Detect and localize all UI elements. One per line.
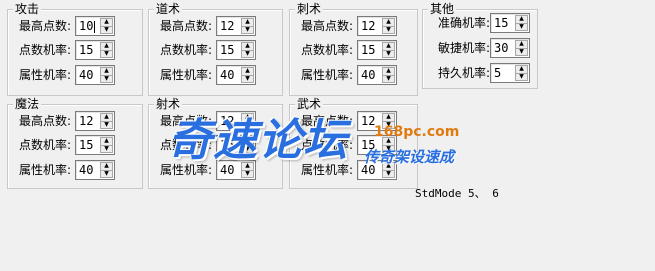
spin-buttons: ▲ ▼ xyxy=(382,18,395,34)
group-title: 射术 xyxy=(154,96,183,112)
spin-edit[interactable]: 12 ▲ ▼ xyxy=(357,16,397,36)
site-watermark: 奇速论坛 168pc.com 传奇架设速成 xyxy=(168,116,480,178)
spin-down-button[interactable]: ▼ xyxy=(241,26,254,34)
spin-buttons: ▲ ▼ xyxy=(100,113,113,129)
spin-down-button[interactable]: ▼ xyxy=(100,145,113,153)
spin-value[interactable]: 15 xyxy=(79,137,93,153)
watermark-url-text: 168pc.com xyxy=(374,124,460,140)
spin-buttons: ▲ ▼ xyxy=(241,42,254,58)
spin-edit[interactable]: 30 ▲ ▼ xyxy=(490,38,530,58)
spin-down-button[interactable]: ▼ xyxy=(515,73,528,81)
spin-buttons: ▲ ▼ xyxy=(241,67,254,83)
field-label: 点数机率: xyxy=(160,43,213,57)
spin-down-button[interactable]: ▼ xyxy=(241,75,254,83)
spin-down-button[interactable]: ▼ xyxy=(100,26,113,34)
spin-buttons: ▲ ▼ xyxy=(382,42,395,58)
spin-edit[interactable]: 15 ▲ ▼ xyxy=(75,135,115,155)
spin-down-button[interactable]: ▼ xyxy=(100,121,113,129)
spin-buttons: ▲ ▼ xyxy=(382,67,395,83)
spin-buttons: ▲ ▼ xyxy=(515,40,528,56)
spin-edit[interactable]: 5 ▲ ▼ xyxy=(490,63,530,83)
spin-value[interactable]: 40 xyxy=(79,67,93,83)
spin-value[interactable]: 30 xyxy=(494,40,508,56)
spin-down-button[interactable]: ▼ xyxy=(382,26,395,34)
spin-value[interactable]: 15 xyxy=(361,42,375,58)
spin-value[interactable]: 10 xyxy=(79,18,96,34)
spin-edit[interactable]: 40 ▲ ▼ xyxy=(216,65,256,85)
field-label: 持久机率: xyxy=(438,66,491,80)
field-label: 属性机率: xyxy=(19,163,72,177)
spin-edit[interactable]: 40 ▲ ▼ xyxy=(75,160,115,180)
group-title: 魔法 xyxy=(13,96,42,112)
field-label: 最高点数: xyxy=(301,19,354,33)
spin-value[interactable]: 12 xyxy=(361,18,375,34)
group-title: 武术 xyxy=(295,96,324,112)
spin-edit[interactable]: 12 ▲ ▼ xyxy=(216,16,256,36)
spin-edit[interactable]: 15 ▲ ▼ xyxy=(357,40,397,60)
spin-down-button[interactable]: ▼ xyxy=(382,50,395,58)
group-attack: 攻击 最高点数: 10 ▲ ▼ 点数机率: 15 ▲ ▼ 属性机率: 40 ▲ … xyxy=(7,1,143,96)
spin-down-button[interactable]: ▼ xyxy=(100,170,113,178)
field-label: 最高点数: xyxy=(19,114,72,128)
spin-buttons: ▲ ▼ xyxy=(100,137,113,153)
group-title: 攻击 xyxy=(13,1,42,17)
spin-value[interactable]: 15 xyxy=(220,42,234,58)
field-label: 最高点数: xyxy=(19,19,72,33)
group-taoism: 道术 最高点数: 12 ▲ ▼ 点数机率: 15 ▲ ▼ 属性机率: 40 ▲ … xyxy=(148,1,283,96)
spin-value[interactable]: 12 xyxy=(220,18,234,34)
spin-down-button[interactable]: ▼ xyxy=(241,50,254,58)
spin-buttons: ▲ ▼ xyxy=(515,65,528,81)
field-label: 准确机率: xyxy=(438,16,491,30)
spin-down-button[interactable]: ▼ xyxy=(382,75,395,83)
spin-value[interactable]: 40 xyxy=(79,162,93,178)
watermark-sub-text: 传奇架设速成 xyxy=(364,148,455,166)
spin-edit[interactable]: 10 ▲ ▼ xyxy=(75,16,115,36)
spin-buttons: ▲ ▼ xyxy=(100,18,113,34)
spin-edit[interactable]: 40 ▲ ▼ xyxy=(75,65,115,85)
field-label: 点数机率: xyxy=(19,43,72,57)
spin-buttons: ▲ ▼ xyxy=(241,18,254,34)
field-label: 点数机率: xyxy=(301,43,354,57)
group-magic: 魔法 最高点数: 12 ▲ ▼ 点数机率: 15 ▲ ▼ 属性机率: 40 ▲ … xyxy=(7,96,143,189)
group-other: 其他 准确机率: 15 ▲ ▼ 敏捷机率: 30 ▲ ▼ 持久机率: 5 ▲ ▼ xyxy=(422,1,538,89)
spin-value[interactable]: 40 xyxy=(220,67,234,83)
spin-down-button[interactable]: ▼ xyxy=(515,48,528,56)
group-title: 道术 xyxy=(154,1,183,17)
spin-value[interactable]: 40 xyxy=(361,67,375,83)
spin-buttons: ▲ ▼ xyxy=(100,162,113,178)
spin-value[interactable]: 12 xyxy=(79,113,93,129)
text-cursor xyxy=(94,20,96,33)
spin-down-button[interactable]: ▼ xyxy=(100,50,113,58)
spin-down-button[interactable]: ▼ xyxy=(100,75,113,83)
spin-buttons: ▲ ▼ xyxy=(100,42,113,58)
field-label: 属性机率: xyxy=(160,68,213,82)
spin-edit[interactable]: 15 ▲ ▼ xyxy=(490,13,530,33)
field-label: 最高点数: xyxy=(160,19,213,33)
spin-buttons: ▲ ▼ xyxy=(515,15,528,31)
spin-edit[interactable]: 40 ▲ ▼ xyxy=(357,65,397,85)
watermark-main-text: 奇速论坛 xyxy=(168,115,348,166)
spin-edit[interactable]: 15 ▲ ▼ xyxy=(75,40,115,60)
group-title: 刺术 xyxy=(295,1,324,17)
field-label: 属性机率: xyxy=(301,68,354,82)
spin-down-button[interactable]: ▼ xyxy=(515,23,528,31)
spin-value[interactable]: 5 xyxy=(494,65,501,81)
spin-value[interactable]: 15 xyxy=(79,42,93,58)
field-label: 敏捷机率: xyxy=(438,41,491,55)
spin-edit[interactable]: 15 ▲ ▼ xyxy=(216,40,256,60)
spin-value[interactable]: 15 xyxy=(494,15,508,31)
field-label: 点数机率: xyxy=(19,138,72,152)
stdmode-label: StdMode 5、 6 xyxy=(415,187,499,200)
spin-edit[interactable]: 12 ▲ ▼ xyxy=(75,111,115,131)
field-label: 属性机率: xyxy=(19,68,72,82)
spin-buttons: ▲ ▼ xyxy=(100,67,113,83)
group-assassin: 刺术 最高点数: 12 ▲ ▼ 点数机率: 15 ▲ ▼ 属性机率: 40 ▲ … xyxy=(289,1,418,96)
